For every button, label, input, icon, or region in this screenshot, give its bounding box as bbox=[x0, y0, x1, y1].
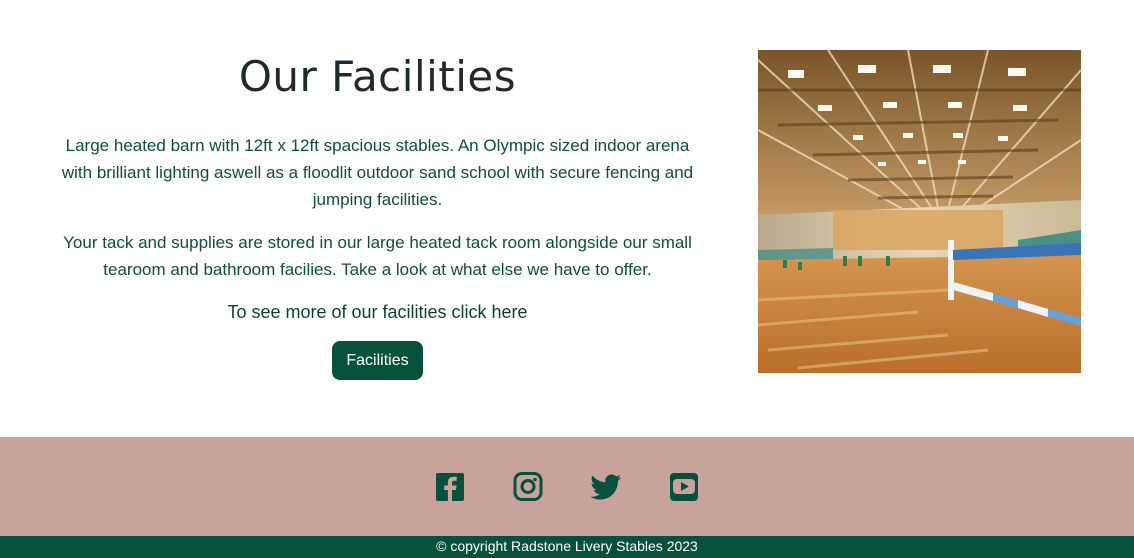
instagram-icon[interactable] bbox=[512, 472, 544, 502]
page-title: Our Facilities bbox=[238, 52, 517, 101]
facebook-icon[interactable] bbox=[434, 472, 466, 502]
facilities-description-2: Your tack and supplies are stored in our… bbox=[63, 233, 692, 279]
footer bbox=[0, 437, 1134, 536]
facilities-text-column: Our Facilities Large heated barn with 12… bbox=[55, 50, 700, 380]
arena-photo-illustration bbox=[758, 50, 1081, 373]
youtube-icon[interactable] bbox=[668, 472, 700, 502]
facilities-button[interactable]: Facilities bbox=[332, 341, 423, 380]
copyright-text: © copyright Radstone Livery Stables 2023 bbox=[436, 538, 698, 554]
facilities-section: Our Facilities Large heated barn with 12… bbox=[0, 0, 1134, 437]
twitter-icon[interactable] bbox=[590, 472, 622, 502]
arena-photo bbox=[758, 50, 1081, 373]
social-links bbox=[0, 472, 1134, 502]
facilities-cta-text: To see more of our facilities click here bbox=[227, 302, 528, 322]
page: Our Facilities Large heated barn with 12… bbox=[0, 0, 1134, 558]
copyright-bar: © copyright Radstone Livery Stables 2023 bbox=[0, 536, 1134, 558]
facilities-description-1: Large heated barn with 12ft x 12ft spaci… bbox=[61, 136, 694, 209]
